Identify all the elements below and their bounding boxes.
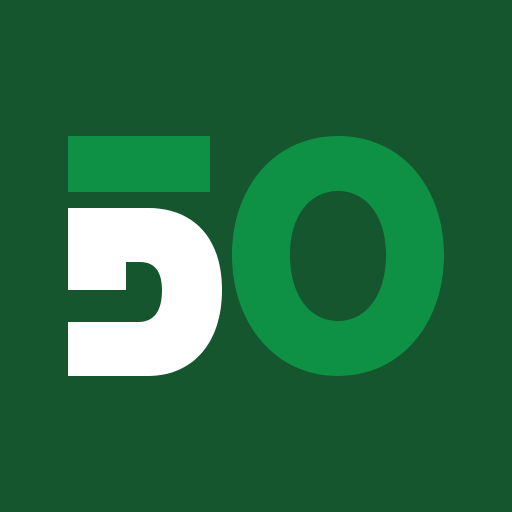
fifty-logo: 50 (0, 0, 512, 512)
app-icon-canvas: 50 (0, 0, 512, 512)
five-top-bar (68, 136, 210, 192)
